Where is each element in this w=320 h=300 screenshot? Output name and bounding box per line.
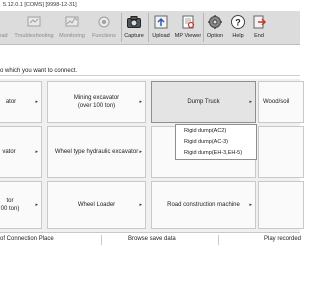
instruction-area: o which you want to connect. bbox=[0, 46, 300, 76]
toolbar-troubleshooting-label: Troubleshooting bbox=[14, 33, 54, 39]
machine-cell-empty[interactable] bbox=[258, 181, 304, 229]
machine-cell-label: Mining excavator (over 100 ton) bbox=[73, 95, 120, 109]
submenu-arrow-icon: ▸ bbox=[139, 149, 142, 155]
monitoring-icon bbox=[65, 16, 79, 27]
functions-icon bbox=[98, 16, 110, 28]
machine-cell[interactable]: vator ▸ bbox=[0, 126, 42, 178]
toolbar-monitoring-button[interactable]: Monitoring bbox=[56, 11, 88, 44]
connection-place-link[interactable]: of Connection Place bbox=[0, 236, 54, 242]
toolbar-upload-label: Upload bbox=[152, 33, 170, 39]
machine-cell-mining-excavator[interactable]: Mining excavator (over 100 ton) ▸ bbox=[47, 81, 146, 123]
toolbar-mp-viewer-label: MP Viewer bbox=[174, 33, 202, 39]
dump-truck-submenu: Rigid dump(AC2) Rigid dump(AC-3) Rigid d… bbox=[175, 124, 257, 160]
submenu-arrow-icon: ▸ bbox=[139, 202, 142, 208]
toolbar-monitoring-label: Monitoring bbox=[59, 33, 85, 39]
instruction-text: o which you want to connect. bbox=[0, 68, 78, 74]
toolbar-upload-button[interactable]: Upload bbox=[149, 11, 173, 44]
submenu-arrow-icon: ▸ bbox=[35, 202, 38, 208]
toolbar-capture-button[interactable]: Capture bbox=[122, 11, 146, 44]
submenu-arrow-icon: ▸ bbox=[249, 99, 252, 105]
help-icon: ? bbox=[231, 15, 245, 29]
exit-icon bbox=[253, 15, 267, 29]
gear-icon bbox=[208, 15, 222, 29]
mp-viewer-icon bbox=[182, 15, 195, 29]
submenu-item-rigid-dump-ac2[interactable]: Rigid dump(AC2) bbox=[184, 128, 226, 134]
machine-cell-label: vator bbox=[2, 149, 16, 155]
bottom-bar-separator bbox=[101, 235, 102, 245]
instruction-divider bbox=[0, 75, 300, 76]
play-recorded-link[interactable]: Play recorded bbox=[264, 236, 301, 242]
camera-icon bbox=[127, 16, 141, 28]
toolbar-functions-label: Functions bbox=[92, 33, 116, 39]
machine-cell[interactable]: tor 00 ton) ▸ bbox=[0, 181, 42, 229]
toolbar-help-button[interactable]: ? Help bbox=[228, 11, 248, 44]
machine-cell-label: Wood/soil bbox=[263, 99, 290, 105]
machine-cell-dump-truck[interactable]: Dump Truck ▸ bbox=[151, 81, 256, 123]
submenu-arrow-icon: ▸ bbox=[139, 99, 142, 105]
machine-cell[interactable]: ator ▸ bbox=[0, 81, 42, 123]
toolbar-end-label: End bbox=[254, 33, 264, 39]
machine-cell-label: tor 00 ton) bbox=[0, 198, 20, 212]
submenu-arrow-icon: ▸ bbox=[249, 202, 252, 208]
machine-cell-wood-soil[interactable]: Wood/soil bbox=[258, 81, 304, 123]
machine-cell-road-construction[interactable]: Road construction machine ▸ bbox=[151, 181, 256, 229]
toolbar-mp-viewer-button[interactable]: MP Viewer bbox=[174, 11, 202, 44]
toolbar-end-button[interactable]: End bbox=[250, 11, 268, 44]
toolbar-option-button[interactable]: Option bbox=[204, 11, 226, 44]
window-title: 5.12.0.1 [COMS] [9998-12-31] bbox=[3, 2, 77, 8]
toolbar-download-button[interactable]: oad bbox=[0, 11, 12, 44]
machine-cell-label: ator bbox=[5, 99, 17, 105]
toolbar: oad Troubleshooting Monitoring Functions… bbox=[0, 11, 300, 45]
toolbar-option-label: Option bbox=[206, 33, 224, 39]
toolbar-capture-label: Capture bbox=[124, 33, 144, 39]
svg-text:?: ? bbox=[235, 18, 241, 28]
submenu-arrow-icon: ▸ bbox=[35, 149, 38, 155]
machine-cell-label: Wheel Loader bbox=[77, 202, 116, 208]
toolbar-download-label: oad bbox=[0, 33, 8, 39]
title-bar: 5.12.0.1 [COMS] [9998-12-31] bbox=[0, 0, 300, 11]
machine-cell-label: Dump Truck bbox=[187, 99, 220, 105]
browse-save-data-link[interactable]: Browse save data bbox=[128, 236, 176, 242]
troubleshooting-icon bbox=[27, 16, 41, 27]
machine-cell-label: Road construction machine bbox=[167, 202, 240, 208]
bottom-bar: of Connection Place Browse save data Pla… bbox=[0, 232, 301, 248]
toolbar-functions-button[interactable]: Functions bbox=[89, 11, 119, 44]
machine-cell-wheel-loader[interactable]: Wheel Loader ▸ bbox=[47, 181, 146, 229]
bottom-bar-separator bbox=[218, 235, 219, 245]
machine-cell-wheel-type-excavator[interactable]: Wheel type hydraulic excavator ▸ bbox=[47, 126, 146, 178]
machine-cell-label: Wheel type hydraulic excavator bbox=[54, 149, 139, 155]
toolbar-troubleshooting-button[interactable]: Troubleshooting bbox=[14, 11, 54, 44]
upload-icon bbox=[154, 15, 168, 29]
submenu-arrow-icon: ▸ bbox=[35, 99, 38, 105]
toolbar-help-label: Help bbox=[232, 33, 244, 39]
submenu-item-rigid-dump-ac3[interactable]: Rigid dump(AC-3) bbox=[184, 139, 228, 145]
submenu-item-rigid-dump-eh[interactable]: Rigid dump(EH-3,EH-5) bbox=[184, 150, 242, 156]
empty-area bbox=[0, 247, 300, 300]
machine-cell-empty[interactable] bbox=[258, 126, 304, 178]
